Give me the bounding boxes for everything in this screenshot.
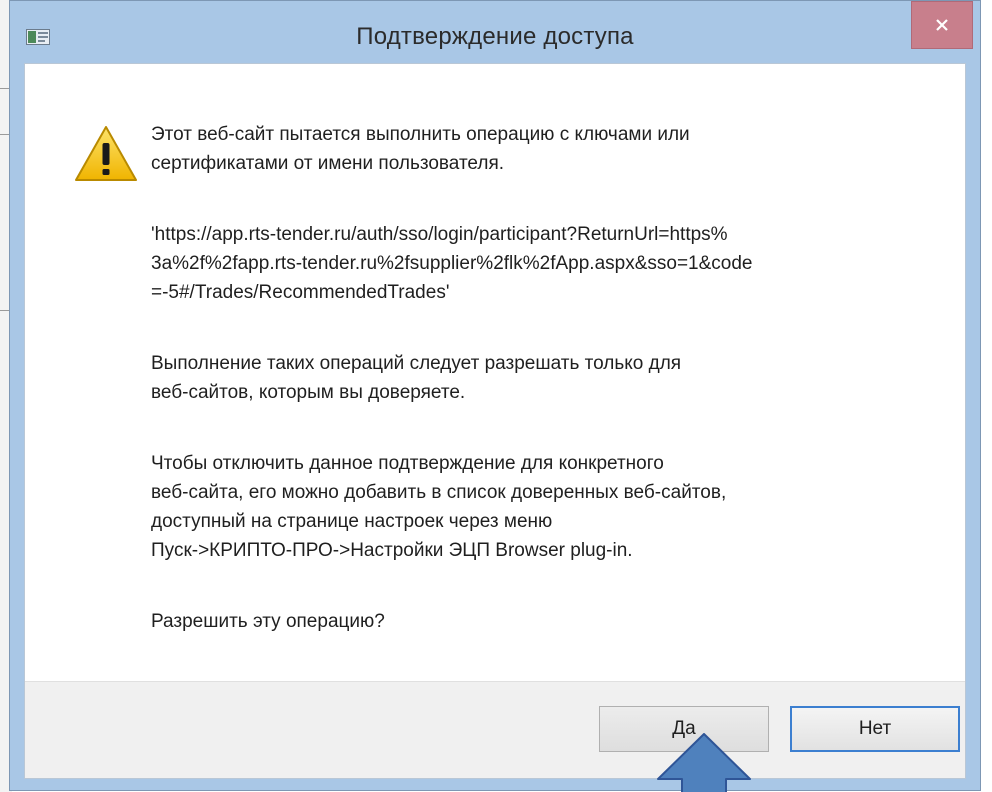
url-text: 'https://app.rts-tender.ru/auth/sso/logi… — [151, 224, 753, 303]
dialog-window: Подтверждение доступа Этот веб-сайт пыта… — [9, 0, 981, 791]
intro-text: Этот веб-сайт пытается выполнить операци… — [151, 124, 690, 174]
dialog-title: Подтверждение доступа — [356, 23, 634, 50]
close-icon — [936, 19, 948, 31]
arrow-up-icon — [657, 733, 751, 792]
no-button[interactable]: Нет — [790, 706, 960, 752]
question-text: Разрешить эту операцию? — [151, 611, 385, 632]
hint-text: Чтобы отключить данное подтверждение для… — [151, 453, 727, 561]
dialog-content: Этот веб-сайт пытается выполнить операци… — [24, 63, 966, 779]
warning-text: Выполнение таких операций следует разреш… — [151, 353, 682, 403]
close-button[interactable] — [911, 1, 973, 49]
message-area: Этот веб-сайт пытается выполнить операци… — [151, 120, 941, 636]
button-bar: Да Нет — [25, 681, 965, 778]
warning-icon — [75, 126, 137, 181]
